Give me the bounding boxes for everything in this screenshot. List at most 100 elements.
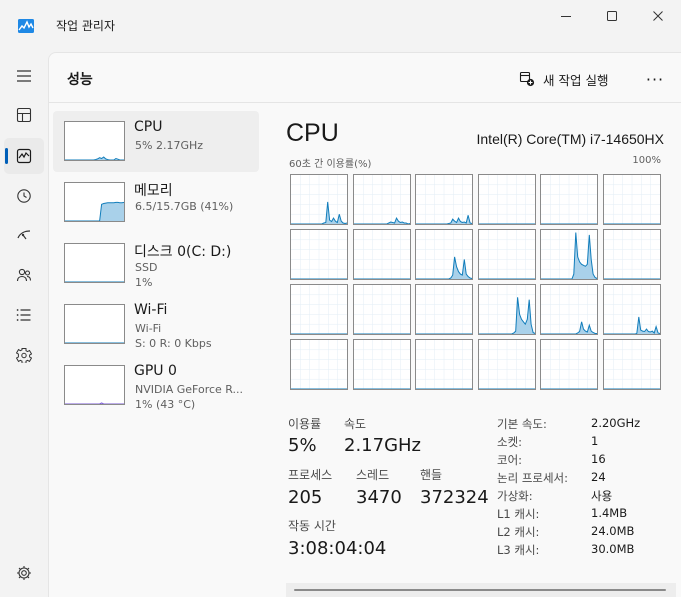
- spec-value: 2.20GHz: [591, 416, 641, 430]
- uptime-value: 3:08:04:04: [288, 538, 387, 559]
- processor-usage-chart: [291, 340, 347, 389]
- logical-processor-graph: [290, 174, 348, 225]
- details-icon: [16, 309, 31, 321]
- spec-label: 가상화:: [497, 489, 533, 503]
- logical-processor-graph: [290, 229, 348, 280]
- wifi-thumbnail-graph: [64, 304, 125, 344]
- resource-detail: 1% (43 °C): [135, 398, 196, 411]
- scrollbar-thumb[interactable]: [294, 589, 666, 591]
- spec-label: L2 캐시:: [497, 525, 540, 539]
- spec-value: 사용: [591, 489, 613, 503]
- title-bar: 작업 관리자: [0, 0, 681, 50]
- spec-label: 논리 프로세서:: [497, 471, 569, 485]
- resource-cpu[interactable]: CPU 5% 2.17GHz: [53, 111, 259, 172]
- gpu-thumbnail-graph: [64, 365, 125, 405]
- memory-thumbnail-graph: [64, 182, 125, 222]
- resource-detail: NVIDIA GeForce R...: [135, 383, 244, 396]
- spec-label: 소켓:: [497, 435, 523, 449]
- handles-value: 372324: [420, 487, 489, 508]
- processor-usage-chart: [416, 230, 472, 279]
- processor-usage-chart: [478, 175, 535, 224]
- speed-value: 2.17GHz: [344, 435, 422, 456]
- processor-usage-chart: [603, 230, 660, 279]
- app-history-icon: [17, 189, 31, 203]
- processor-usage-chart: [541, 285, 597, 334]
- graph-caption: 60초 간 이용률(%): [289, 159, 372, 170]
- logical-processor-graph: [290, 284, 348, 335]
- logical-processor-graph: [477, 284, 536, 335]
- processor-usage-chart: [478, 230, 535, 279]
- resource-memory[interactable]: 메모리 6.5/15.7GB (41%): [53, 172, 259, 233]
- services-icon: [16, 348, 32, 363]
- logical-processor-graph: [477, 174, 536, 225]
- nav-processes[interactable]: [4, 97, 44, 133]
- resource-name: GPU 0: [134, 363, 177, 379]
- nav-services[interactable]: [4, 337, 44, 373]
- logical-processor-graph: [540, 284, 598, 335]
- settings-icon: [17, 566, 31, 580]
- resource-wifi[interactable]: Wi-Fi Wi-Fi S: 0 R: 0 Kbps: [53, 294, 259, 355]
- processor-usage-chart: [478, 285, 535, 334]
- nav-users[interactable]: [4, 257, 44, 293]
- task-manager-icon: [18, 18, 34, 33]
- nav-performance[interactable]: [4, 138, 44, 174]
- nav-settings[interactable]: [4, 555, 44, 591]
- processor-usage-chart: [603, 340, 660, 389]
- startup-apps-icon: [17, 230, 31, 240]
- processor-usage-chart: [291, 175, 347, 224]
- resource-detail: 6.5/15.7GB (41%): [135, 200, 234, 213]
- memory-usage-area: [65, 202, 124, 221]
- processor-usage-chart: [416, 285, 472, 334]
- utilization-label: 이용률: [288, 417, 322, 431]
- close-icon: [653, 11, 663, 21]
- nav-rail: [0, 50, 48, 597]
- logical-processor-graph: [477, 339, 536, 390]
- run-new-task-label: 새 작업 실행: [543, 72, 609, 88]
- cpu-usage-line: [65, 156, 124, 161]
- spec-label: 코어:: [497, 453, 523, 467]
- threads-value: 3470: [356, 487, 402, 508]
- logical-processor-graph: [477, 229, 536, 280]
- graph-max-label: 100%: [632, 155, 661, 166]
- gpu-usage-line: [65, 402, 124, 405]
- spec-value: 24: [591, 470, 606, 484]
- window-title: 작업 관리자: [56, 19, 116, 33]
- minimize-button[interactable]: [543, 4, 589, 28]
- resource-gpu[interactable]: GPU 0 NVIDIA GeForce R... 1% (43 °C): [53, 355, 259, 416]
- more-options-button[interactable]: ···: [643, 67, 667, 91]
- logical-processor-graph: [602, 339, 661, 390]
- logical-processor-graph: [415, 229, 473, 280]
- nav-startup-apps[interactable]: [4, 217, 44, 253]
- resource-disk[interactable]: 디스크 0(C: D:) SSD 1%: [53, 233, 259, 294]
- hamburger-menu-button[interactable]: [4, 58, 44, 94]
- horizontal-scrollbar[interactable]: [286, 583, 676, 597]
- resource-detail: SSD: [135, 261, 158, 274]
- logical-processor-graph: [602, 174, 661, 225]
- run-new-task-button[interactable]: 새 작업 실행: [519, 67, 608, 91]
- close-button[interactable]: [635, 4, 681, 28]
- processor-usage-chart: [541, 175, 597, 224]
- users-icon: [16, 268, 32, 282]
- resource-detail: Wi-Fi: [135, 322, 162, 335]
- processes-label: 프로세스: [288, 468, 333, 482]
- active-nav-indicator: [5, 148, 8, 164]
- utilization-value: 5%: [288, 435, 317, 456]
- logical-processor-graph: [602, 284, 661, 335]
- logical-processor-graph: [290, 339, 348, 390]
- logical-processor-graph: [415, 174, 473, 225]
- processor-usage-chart: [291, 285, 347, 334]
- maximize-button[interactable]: [589, 4, 635, 28]
- processor-usage-chart: [416, 175, 472, 224]
- spec-value: 30.0MB: [591, 542, 635, 556]
- nav-app-history[interactable]: [4, 178, 44, 214]
- logical-processor-graph: [352, 229, 411, 280]
- logical-processor-graph: [415, 284, 473, 335]
- speed-label: 속도: [344, 417, 367, 431]
- performance-icon: [16, 148, 32, 164]
- cpu-model: Intel(R) Core(TM) i7-14650HX: [476, 131, 665, 147]
- resource-detail: S: 0 R: 0 Kbps: [135, 337, 212, 350]
- processor-usage-chart: [541, 230, 597, 279]
- nav-details[interactable]: [4, 297, 44, 333]
- logical-processor-graph: [352, 174, 411, 225]
- spec-label: L3 캐시:: [497, 543, 540, 557]
